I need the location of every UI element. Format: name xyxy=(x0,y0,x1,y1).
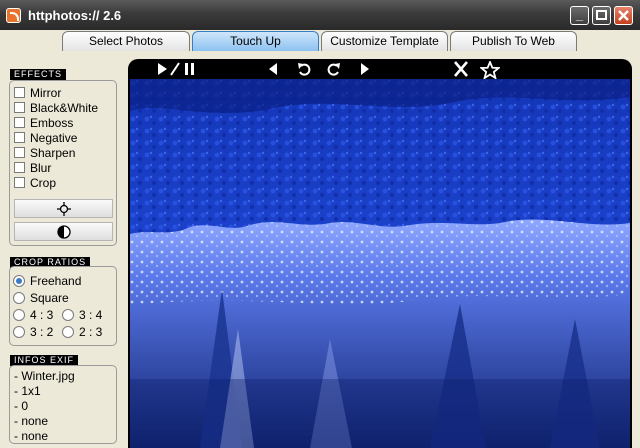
ratio-freehand[interactable]: Freehand xyxy=(13,274,81,288)
brightness-icon xyxy=(57,202,71,216)
separator-icon xyxy=(170,62,180,76)
tab-publish-to-web[interactable]: Publish To Web xyxy=(450,31,577,51)
ratio-3-2-radio[interactable] xyxy=(13,326,25,338)
brightness-button[interactable] xyxy=(14,199,113,218)
ratio-2-3-radio[interactable] xyxy=(62,326,74,338)
ratio-3-4-radio[interactable] xyxy=(62,309,74,321)
pause-icon xyxy=(185,63,194,75)
photo-viewer xyxy=(128,59,632,448)
effects-label: EFFECTS xyxy=(10,69,67,80)
rotate-left-icon[interactable] xyxy=(296,61,312,77)
ratio-4-3[interactable]: 4 : 3 xyxy=(13,308,53,322)
close-button[interactable] xyxy=(614,6,633,25)
emboss-checkbox[interactable] xyxy=(14,117,25,128)
blur-checkbox[interactable] xyxy=(14,162,25,173)
exif-panel: - Winter.jpg - 1x1 - 0 - none - none xyxy=(9,365,117,444)
crop-ratios-panel: Freehand Square 4 : 3 3 : 4 3 : 2 2 : 3 xyxy=(9,266,117,346)
ratio-4-3-radio[interactable] xyxy=(13,309,25,321)
minimize-button[interactable]: _ xyxy=(570,6,589,25)
effect-negative[interactable]: Negative xyxy=(14,132,77,146)
previous-icon[interactable] xyxy=(266,61,282,77)
play-pause-control[interactable] xyxy=(156,61,200,77)
next-icon[interactable] xyxy=(356,61,372,77)
contrast-icon xyxy=(57,225,71,239)
contrast-button[interactable] xyxy=(14,222,113,241)
ratio-square[interactable]: Square xyxy=(13,291,69,305)
ratio-2-3[interactable]: 2 : 3 xyxy=(62,325,102,339)
effect-sharpen[interactable]: Sharpen xyxy=(14,147,75,161)
tab-touch-up[interactable]: Touch Up xyxy=(192,31,319,51)
exif-value: - 0 xyxy=(14,399,29,413)
mirror-checkbox[interactable] xyxy=(14,87,25,98)
delete-icon[interactable] xyxy=(452,61,470,77)
exif-filename: - Winter.jpg xyxy=(14,369,75,383)
black-white-checkbox[interactable] xyxy=(14,102,25,113)
sharpen-checkbox[interactable] xyxy=(14,147,25,158)
play-icon xyxy=(158,63,167,75)
effect-emboss[interactable]: Emboss xyxy=(14,117,73,131)
square-radio[interactable] xyxy=(13,292,25,304)
window-title: httphotos:// 2.6 xyxy=(28,8,122,23)
effects-panel: Mirror Black&White Emboss Negative Sharp… xyxy=(9,80,117,246)
tab-select-photos[interactable]: Select Photos xyxy=(62,31,190,51)
freehand-radio[interactable] xyxy=(13,275,25,287)
rotate-right-icon[interactable] xyxy=(326,61,342,77)
effect-crop[interactable]: Crop xyxy=(14,177,56,191)
tab-customize-template[interactable]: Customize Template xyxy=(321,31,448,51)
winter-forest-image xyxy=(130,79,630,448)
exif-value: - none xyxy=(14,429,49,443)
effect-blur[interactable]: Blur xyxy=(14,162,51,176)
exif-dimensions: - 1x1 xyxy=(14,384,41,398)
negative-checkbox[interactable] xyxy=(14,132,25,143)
effect-black-white[interactable]: Black&White xyxy=(14,102,98,116)
ratio-3-4[interactable]: 3 : 4 xyxy=(62,308,102,322)
effect-mirror[interactable]: Mirror xyxy=(14,87,61,101)
exif-value: - none xyxy=(14,414,49,428)
maximize-button[interactable] xyxy=(592,6,611,25)
photo-preview[interactable] xyxy=(130,79,630,448)
title-bar: httphotos:// 2.6 _ xyxy=(0,0,640,30)
ratio-3-2[interactable]: 3 : 2 xyxy=(13,325,53,339)
favorite-star-icon[interactable] xyxy=(480,61,500,79)
crop-checkbox[interactable] xyxy=(14,177,25,188)
app-rss-icon xyxy=(6,8,21,23)
